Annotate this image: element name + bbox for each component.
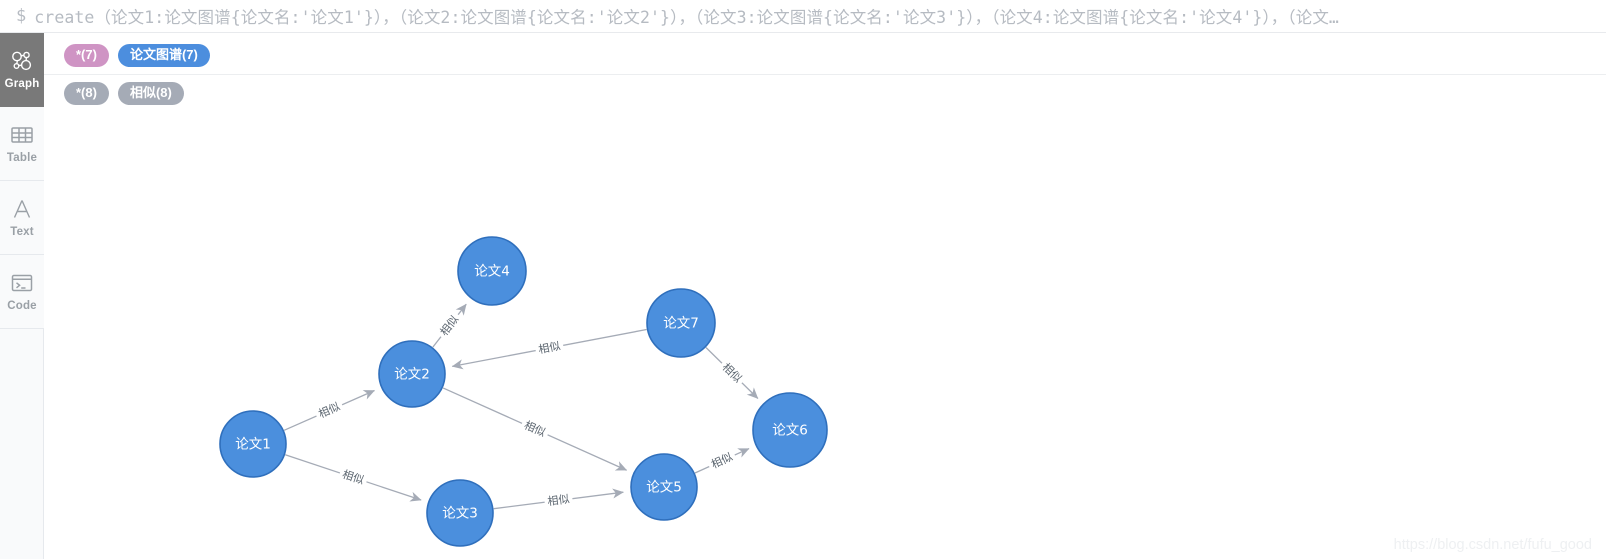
- query-text[interactable]: create（论文1:论文图谱{论文名:'论文1'}），（论文2:论文图谱{论文…: [34, 4, 1606, 28]
- graph-edge[interactable]: 相似: [283, 389, 375, 431]
- graph-edge[interactable]: 相似: [432, 303, 467, 348]
- graph-icon: [9, 48, 35, 74]
- graph-node-circle[interactable]: [219, 410, 287, 478]
- graph-node[interactable]: 论文7: [646, 288, 716, 358]
- view-switcher-sidebar: Graph Table Text Code: [0, 33, 44, 559]
- graph-node[interactable]: 论文2: [378, 340, 446, 408]
- graph-node[interactable]: 论文4: [457, 236, 527, 306]
- sidebar-item-text[interactable]: Text: [0, 181, 44, 255]
- legend-node-labels-row: *(7) 论文图谱(7): [44, 40, 1606, 72]
- legend-relationship-types-row: *(8) 相似(8): [44, 74, 1606, 110]
- graph-edge-label-backdrop: [543, 490, 574, 511]
- graph-edge-label-backdrop: [313, 397, 346, 424]
- graph-node-circle[interactable]: [630, 453, 698, 521]
- graph-node-circle[interactable]: [426, 479, 494, 547]
- table-icon: [9, 122, 35, 148]
- graph-node[interactable]: 论文6: [752, 392, 828, 468]
- graph-nodes-layer: 论文1 论文2 论文3 论文4 论文5 论文6 论文7: [219, 236, 828, 547]
- sidebar-item-table[interactable]: Table: [0, 107, 44, 181]
- graph-svg-canvas[interactable]: 相似相似相似相似相似相似相似相似 论文1论文2论文3论文4论文5论文6论文7: [44, 33, 1606, 559]
- graph-node-circle[interactable]: [752, 392, 828, 468]
- graph-visualization-pane[interactable]: *(7) 论文图谱(7) *(8) 相似(8) 相似 相似 相似 相似 相似 相似 相似 相似…: [44, 33, 1606, 559]
- legend-chip-all-nodes[interactable]: *(7): [64, 44, 109, 67]
- graph-node-circle[interactable]: [457, 236, 527, 306]
- text-icon: [9, 196, 35, 222]
- graph-edge-label-backdrop: [337, 465, 369, 490]
- graph-node[interactable]: 论文5: [630, 453, 698, 521]
- graph-edge[interactable]: 相似: [493, 488, 624, 511]
- graph-edge-label-backdrop: [705, 447, 739, 474]
- sidebar-item-graph-label: Graph: [4, 78, 40, 91]
- graph-edge-label-backdrop: [518, 416, 551, 443]
- graph-edge-label-backdrop: [534, 337, 565, 359]
- legend-chip-relationship-type[interactable]: 相似(8): [117, 82, 184, 105]
- graph-node[interactable]: 论文3: [426, 479, 494, 547]
- graph-node-circle[interactable]: [378, 340, 446, 408]
- graph-edge[interactable]: 相似: [451, 328, 647, 370]
- legend-chip-all-relationships[interactable]: *(8): [64, 82, 109, 105]
- graph-node-circle[interactable]: [646, 288, 716, 358]
- graph-edge[interactable]: 相似: [705, 347, 759, 399]
- sidebar-item-table-label: Table: [6, 152, 38, 165]
- legend-chip-node-label[interactable]: 论文图谱(7): [117, 44, 210, 67]
- sidebar-item-text-label: Text: [10, 226, 34, 239]
- query-bar[interactable]: $ create（论文1:论文图谱{论文名:'论文1'}），（论文2:论文图谱{…: [0, 0, 1606, 33]
- code-icon: [9, 270, 35, 296]
- sidebar-item-code-label: Code: [7, 300, 37, 313]
- graph-edge[interactable]: 相似: [442, 387, 628, 471]
- graph-node[interactable]: 论文1: [219, 410, 287, 478]
- graph-edge-label-backdrop: [434, 309, 465, 342]
- sidebar-item-code[interactable]: Code: [0, 255, 44, 329]
- graph-legend: *(7) 论文图谱(7) *(8) 相似(8): [44, 33, 1606, 110]
- query-prompt-symbol: $: [16, 6, 27, 26]
- result-body: Graph Table Text Code *(7) 论文图谱(7) *(8) …: [0, 33, 1606, 559]
- neo4j-browser-result-frame: $ create（论文1:论文图谱{论文名:'论文1'}），（论文2:论文图谱{…: [0, 0, 1606, 559]
- graph-edge[interactable]: 相似: [694, 447, 750, 474]
- sidebar-item-graph[interactable]: Graph: [0, 33, 44, 107]
- graph-edge[interactable]: 相似: [285, 454, 422, 502]
